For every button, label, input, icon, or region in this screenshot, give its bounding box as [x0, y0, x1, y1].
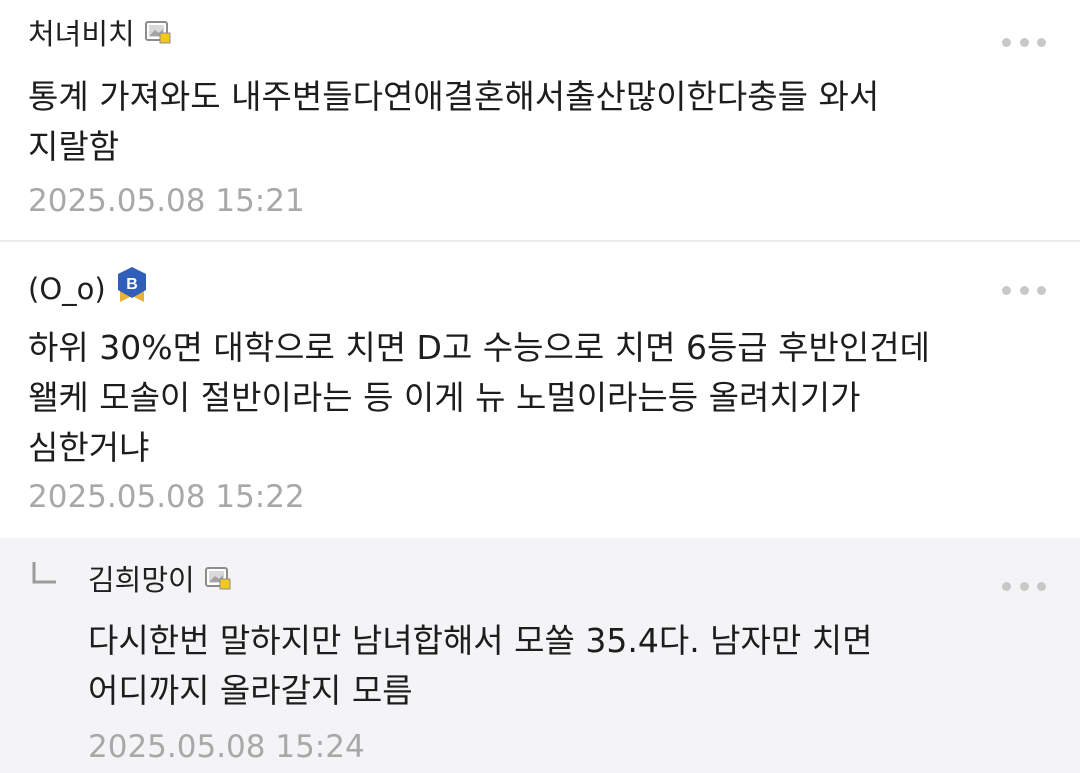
comment-date: 2025.05.08 15:24 — [88, 729, 365, 765]
more-options-icon[interactable] — [1002, 284, 1046, 296]
comment-author[interactable]: 처녀비치 — [28, 16, 171, 52]
comment-date: 2025.05.08 15:22 — [28, 479, 305, 515]
comment-item: (O_o) B 하위 30%면 대학으로 치면 D고 수능으로 치면 6등급 후… — [0, 244, 1080, 538]
blue-b-shield-badge-icon: B — [116, 266, 148, 312]
svg-text:B: B — [126, 276, 138, 293]
comment-item: 처녀비치 통계 가져와도 내주변들다연애결혼해서출산많이한다충들 와서 지랄함 … — [0, 0, 1080, 242]
comment-author[interactable]: 김희망이 — [88, 562, 231, 598]
comment-date: 2025.05.08 15:21 — [28, 183, 305, 219]
reply-arrow-icon — [30, 560, 58, 590]
reply-comment-item: 김희망이 다시한번 말하지만 남녀합해서 모쏠 35.4다. 남자만 치면 어디… — [0, 538, 1080, 773]
author-name: 김희망이 — [88, 563, 195, 597]
comment-text: 통계 가져와도 내주변들다연애결혼해서출산많이한다충들 와서 지랄함 — [28, 77, 880, 166]
image-badge-icon — [204, 562, 231, 598]
more-options-icon[interactable] — [1002, 36, 1046, 48]
more-options-icon[interactable] — [1002, 580, 1046, 592]
author-name: 처녀비치 — [28, 17, 135, 51]
image-badge-icon — [144, 16, 171, 52]
comment-author[interactable]: (O_o) B — [28, 266, 148, 312]
comment-text: 다시한번 말하지만 남녀합해서 모쏠 35.4다. 남자만 치면 어디까지 올라… — [88, 621, 873, 710]
comment-text: 하위 30%면 대학으로 치면 D고 수능으로 치면 6등급 후반인건데 왤케 … — [28, 328, 930, 467]
author-name: (O_o) — [28, 272, 106, 306]
